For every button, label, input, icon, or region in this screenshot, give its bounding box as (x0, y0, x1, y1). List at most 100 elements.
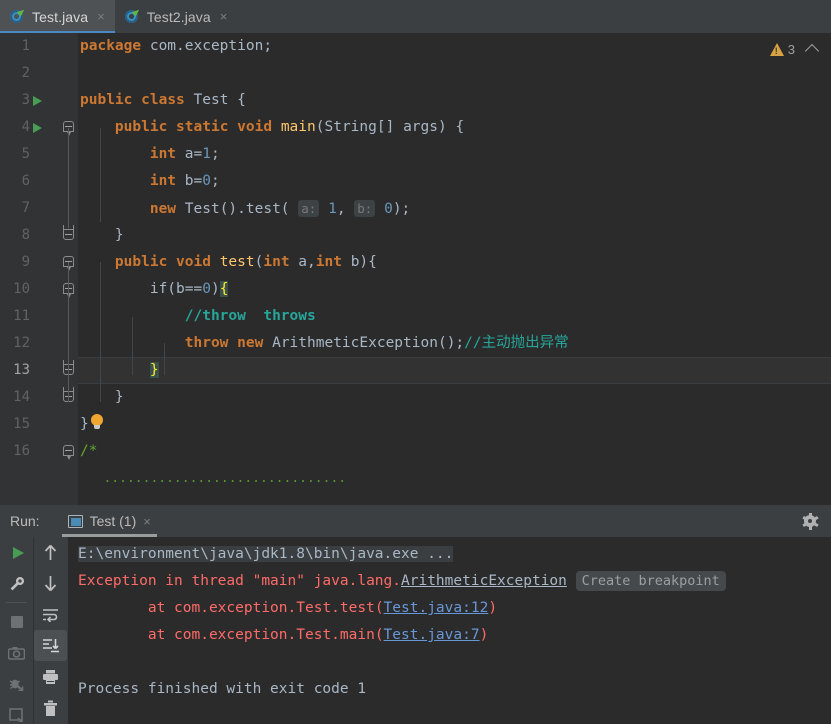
fold-marker-icon[interactable] (63, 256, 76, 271)
warning-count: 3 (787, 42, 795, 57)
line-comment: //throw throws (184, 308, 316, 324)
scroll-to-end-icon[interactable] (34, 630, 67, 661)
export-icon[interactable] (0, 699, 33, 724)
java-command-text: E:\environment\java\jdk1.8\bin\java.exe … (78, 546, 454, 562)
editor-gutter[interactable]: 1 2 3 4 5 6 7 8 9 10 11 12 13 14 15 16 (0, 33, 78, 505)
editor-tab-label: Test2.java (146, 8, 211, 25)
editor-tab-close-icon[interactable]: × (95, 10, 105, 23)
console-stack-line: at com.exception.Test.main(Test.java:7) (78, 622, 831, 649)
java-class-icon (124, 6, 141, 25)
line-number: 15 (13, 416, 30, 432)
arrow-down-icon[interactable] (34, 568, 67, 599)
editor-tab-test2-java[interactable]: Test2.java × (115, 0, 238, 33)
line-number: 1 (21, 38, 30, 54)
editor-tab-close-icon[interactable]: × (218, 10, 228, 23)
line-number: 10 (13, 281, 30, 297)
line-number: 12 (13, 335, 30, 351)
line-number: 11 (13, 308, 30, 324)
fold-marker-icon[interactable] (63, 445, 76, 460)
run-arrow-icon[interactable] (33, 96, 42, 106)
warning-triangle-icon (769, 43, 784, 56)
code-line-10: if(b==0){ (149, 281, 229, 297)
print-icon[interactable] (34, 661, 67, 692)
toolbar-separator (6, 602, 27, 603)
line-number: 5 (21, 146, 30, 162)
line-number: 9 (21, 254, 30, 270)
line-number: 13 (13, 362, 30, 378)
code-line-5: int a=1; (149, 146, 220, 162)
trash-icon[interactable] (34, 692, 67, 723)
java-class-icon (9, 6, 27, 25)
wrench-settings-icon[interactable] (0, 568, 33, 599)
soft-wrap-icon[interactable] (34, 599, 67, 630)
code-line-9: public void test(int a,int b){ (114, 254, 377, 270)
console-stack-line: at com.exception.Test.test(Test.java:12) (78, 595, 831, 622)
rerun-icon[interactable] (0, 537, 33, 568)
run-tool-window: Run: Test (1) × E:\environment\java\jdk1… (0, 505, 831, 724)
idea-window: Test.java × Test2.java × 1 2 3 4 5 6 7 8… (0, 0, 831, 724)
process-exit-text: Process finished with exit code 1 (78, 681, 367, 697)
stack-frame-text: at com.exception.Test.test( (78, 600, 384, 616)
fold-marker-icon[interactable] (63, 121, 76, 136)
line-number: 7 (21, 200, 30, 216)
code-text-area[interactable]: package com.exception; public class Test… (78, 33, 831, 505)
console-window-icon (67, 514, 83, 528)
line-number: 2 (21, 65, 30, 81)
code-line-16: /* (78, 438, 831, 465)
fold-marker-icon[interactable] (63, 283, 76, 298)
param-hint-b: b: (354, 200, 376, 217)
console-output[interactable]: E:\environment\java\jdk1.8\bin\java.exe … (68, 537, 831, 724)
code-line-17-clipped: ............................... (80, 471, 347, 486)
console-exception-line: Exception in thread "main" java.lang.Ari… (78, 568, 831, 595)
create-breakpoint-hint[interactable]: Create breakpoint (575, 571, 726, 591)
run-panel-header: Run: Test (1) × (0, 505, 831, 538)
run-config-label: Test (1) (89, 513, 137, 529)
line-number: 14 (13, 389, 30, 405)
block-comment-start: /* (80, 443, 98, 459)
code-editor[interactable]: 1 2 3 4 5 6 7 8 9 10 11 12 13 14 15 16 p… (0, 33, 831, 505)
inspection-status-widget[interactable]: 3 (769, 42, 820, 59)
stack-frame-suffix: ) (488, 600, 498, 616)
exception-class-link[interactable]: ArithmeticException (401, 573, 567, 589)
editor-tab-test-java[interactable]: Test.java × (0, 0, 115, 33)
line-number: 4 (21, 119, 30, 135)
fold-marker-icon[interactable] (63, 360, 76, 377)
code-line-15: } (80, 416, 89, 432)
line-comment-chinese: //主动抛出异常 (464, 335, 569, 351)
stack-frame-link[interactable]: Test.java:12 (384, 600, 489, 616)
code-line-3: public class Test { (80, 92, 246, 108)
code-line-13: } (149, 362, 159, 378)
camera-snapshot-icon[interactable] (0, 637, 33, 668)
console-exit-line: Process finished with exit code 1 (78, 676, 831, 703)
chevron-up-icon[interactable] (804, 43, 820, 59)
stop-icon[interactable] (0, 606, 33, 637)
editor-tab-bar: Test.java × Test2.java × (0, 0, 831, 33)
code-line-14: } (80, 389, 124, 405)
param-hint-a: a: (298, 200, 320, 217)
run-tab-close-icon[interactable]: × (143, 514, 151, 529)
run-toolbar-secondary (34, 537, 67, 724)
code-line-4: public static void main(String[] args) { (114, 119, 465, 135)
line-number: 6 (21, 173, 30, 189)
code-line-8: } (80, 227, 124, 243)
run-config-tab[interactable]: Test (1) × (61, 505, 158, 537)
gear-icon[interactable] (801, 512, 819, 530)
arrow-up-icon[interactable] (34, 537, 67, 568)
bug-disabled-icon[interactable] (0, 668, 33, 699)
exception-message: Exception in thread "main" java.lang. (78, 573, 402, 589)
stack-frame-suffix: ) (479, 627, 489, 643)
run-label: Run: (10, 513, 40, 529)
fold-marker-icon[interactable] (63, 387, 76, 404)
console-command-line: E:\environment\java\jdk1.8\bin\java.exe … (78, 541, 831, 568)
run-toolbar-primary (0, 537, 34, 724)
stack-frame-text: at com.exception.Test.main( (78, 627, 384, 643)
code-line-1: package com.exception; (80, 38, 273, 54)
stack-frame-link[interactable]: Test.java:7 (384, 627, 480, 643)
editor-tab-label: Test.java (32, 8, 89, 25)
code-line-11: //throw throws (78, 303, 831, 330)
run-arrow-icon[interactable] (33, 123, 42, 133)
line-number: 8 (21, 227, 30, 243)
fold-marker-icon[interactable] (63, 225, 76, 242)
